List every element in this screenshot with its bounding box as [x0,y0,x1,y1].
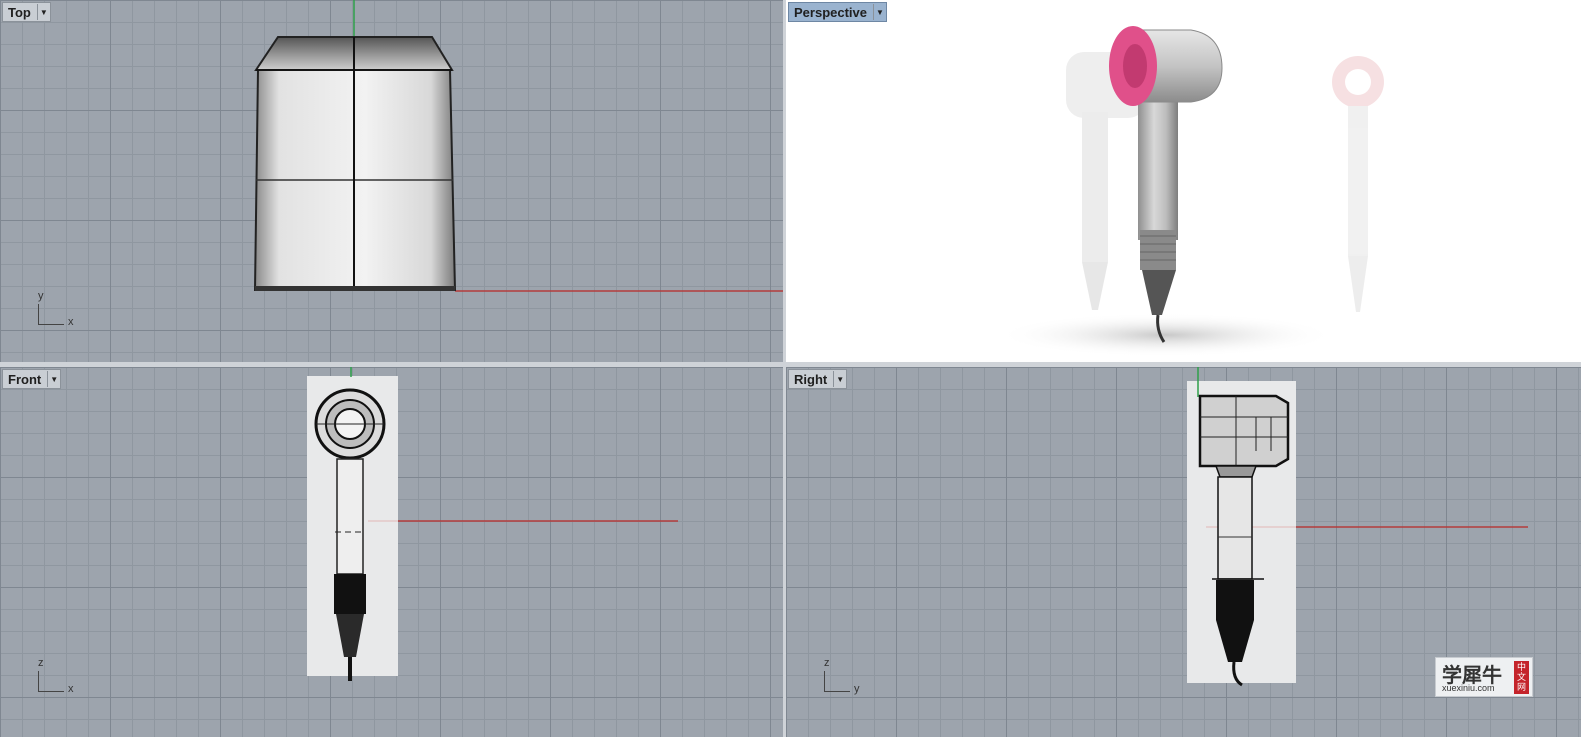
axis-label-v: y [38,290,44,302]
viewport-front-label: Front [8,371,42,387]
front-view-model [307,367,678,681]
axis-indicator: z y [820,657,870,701]
viewport-right[interactable]: Right ▼ z y 学犀牛 xuexiniu.com 中文网 [786,367,1581,737]
reflection-right [1332,56,1384,312]
viewport-front[interactable]: Front ▼ z x [0,367,783,737]
viewport-perspective-label: Perspective [794,4,867,20]
axis-label-h: x [68,316,74,328]
watermark-badge: 中文网 [1514,661,1529,694]
axis-label-h: y [854,683,860,695]
viewport-top-label: Top [8,4,31,20]
hairdryer-render [1109,26,1223,343]
viewport-menu-chevron-icon[interactable]: ▼ [47,371,60,387]
watermark-text-en: xuexiniu.com [1442,683,1495,693]
viewport-front-tab[interactable]: Front ▼ [2,369,62,389]
viewport-right-label: Right [794,371,828,387]
axis-label-v: z [38,657,44,669]
axis-label-h: x [68,683,74,695]
axis-label-v: z [824,657,830,669]
top-view-model [253,0,783,292]
viewport-menu-chevron-icon[interactable]: ▼ [36,4,50,20]
viewport-top-tab[interactable]: Top ▼ [2,2,51,22]
viewport-perspective-tab[interactable]: Perspective ▼ [788,2,887,22]
axis-indicator: z x [34,657,84,701]
viewport-top[interactable]: Top ▼ y x [0,0,783,362]
viewport-menu-chevron-icon[interactable]: ▼ [833,371,846,387]
perspective-render [996,26,1384,357]
viewport-right-tab[interactable]: Right ▼ [788,369,848,389]
viewport-perspective[interactable]: Perspective ▼ [786,0,1581,362]
watermark-logo: 学犀牛 xuexiniu.com 中文网 [1435,657,1533,697]
viewport-menu-chevron-icon[interactable]: ▼ [873,4,886,20]
axis-indicator: y x [34,290,84,334]
